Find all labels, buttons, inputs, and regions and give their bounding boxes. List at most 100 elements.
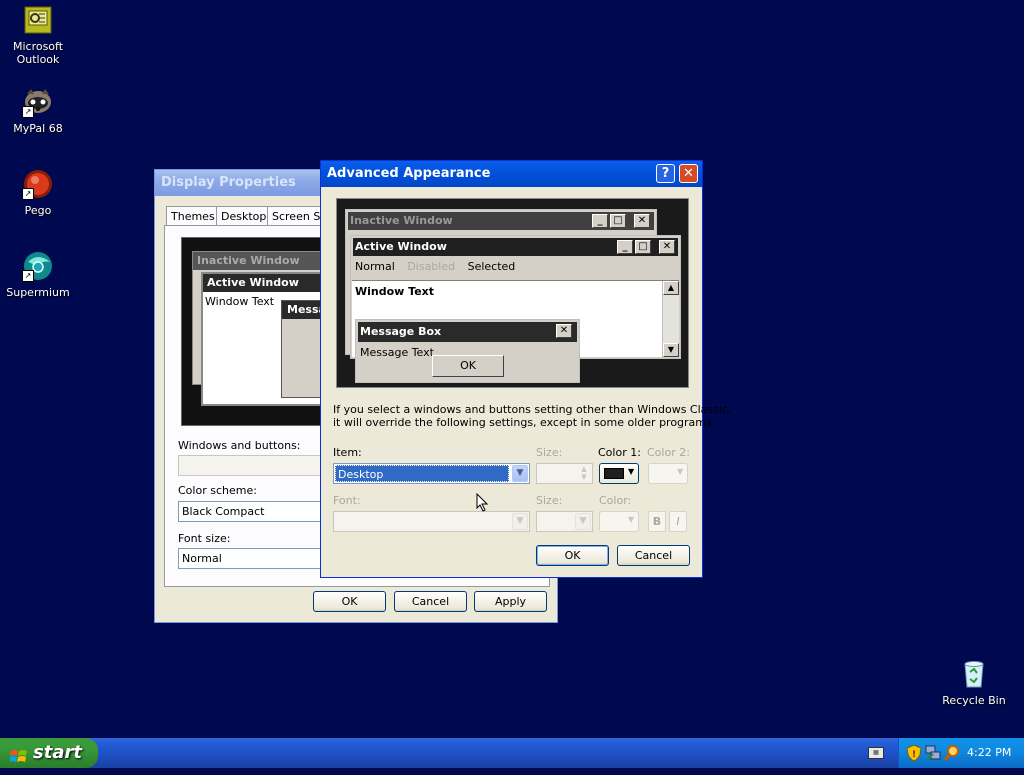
close-icon: ✕ [634, 214, 650, 228]
color1-swatch [604, 468, 624, 479]
preview-menu-disabled: Disabled [407, 260, 456, 273]
desktop-icon-label: Recycle Bin [942, 694, 1006, 707]
minimize-icon: _ [592, 214, 608, 228]
ok-button[interactable]: OK [313, 591, 386, 612]
preview-message-title: Messa [282, 301, 324, 319]
item-select[interactable]: Desktop [333, 463, 530, 484]
network-icon[interactable] [925, 744, 941, 762]
item-selected-value: Desktop [335, 465, 509, 482]
ok-button[interactable]: OK [536, 545, 609, 566]
security-shield-icon[interactable]: ! [906, 744, 922, 762]
taskbar: start ▦ ! 4:22 PM [0, 738, 1024, 768]
scroll-up-icon: ▲ [663, 281, 679, 295]
spinner-arrows-icon: ▲ ▼ [581, 465, 587, 481]
preview-ok-button: OK [432, 355, 504, 377]
desktop-icon-recycle-bin[interactable]: Recycle Bin [936, 658, 1012, 707]
maximize-icon: □ [610, 214, 626, 228]
supermium-icon: ↗ [22, 250, 54, 282]
bold-button[interactable]: B [648, 511, 666, 532]
font-size-select[interactable]: Normal [178, 548, 324, 569]
desktop-icon-pego[interactable]: ↗ Pego [0, 168, 76, 217]
shortcut-arrow-icon: ↗ [22, 106, 34, 118]
preview-message-box: Messa [281, 300, 325, 398]
desktop-icon-label: Supermium [6, 286, 70, 299]
font-color-label: Color: [599, 494, 632, 507]
windows-and-buttons-select[interactable] [178, 455, 324, 476]
color-scheme-select[interactable]: Black Compact [178, 501, 324, 522]
preview-message-box: Message Box ✕ Message Text OK [355, 319, 580, 383]
font-select[interactable] [333, 511, 530, 532]
desktop-icon-mypal[interactable]: ↗ MyPal 68 [0, 86, 76, 135]
start-button[interactable]: start [0, 738, 98, 768]
apply-button[interactable]: Apply [474, 591, 547, 612]
preview-menu-normal: Normal [355, 260, 395, 273]
font-label: Font: [333, 494, 361, 507]
size-label: Size: [536, 446, 563, 459]
chevron-down-icon: ▼ [575, 513, 591, 530]
search-icon[interactable] [943, 745, 960, 761]
window-title: Display Properties [161, 175, 296, 190]
chevron-down-icon: ▼ [628, 515, 635, 524]
color1-button[interactable]: ▼ [599, 463, 639, 484]
font-size-label: Font size: [178, 532, 231, 545]
item-label: Item: [333, 446, 362, 459]
keyboard-icon[interactable]: ▦ [868, 747, 884, 759]
svg-text:!: ! [912, 750, 916, 760]
preview-menu-bar: Normal Disabled Selected [355, 260, 515, 273]
raccoon-icon: ↗ [22, 86, 54, 118]
desktop-icon-label: Pego [24, 204, 52, 217]
preview-inactive-title: Inactive Window [193, 252, 333, 270]
close-button[interactable]: ✕ [679, 164, 698, 183]
start-label: start [33, 742, 82, 763]
preview-message-title: Message Box [358, 322, 577, 342]
tab-label: Screen Sa [272, 210, 321, 223]
window-title: Advanced Appearance [327, 166, 491, 181]
cancel-button[interactable]: Cancel [394, 591, 467, 612]
mouse-cursor-icon [476, 492, 489, 516]
desktop-icon-supermium[interactable]: ↗ Supermium [0, 250, 76, 299]
shortcut-arrow-icon: ↗ [22, 270, 34, 282]
color2-button[interactable]: ▼ [648, 463, 688, 484]
info-text-line2: it will override the following settings,… [333, 416, 716, 429]
preview-window-text: Window Text [355, 285, 435, 298]
italic-button[interactable]: I [669, 511, 687, 532]
shortcut-arrow-icon: ↗ [22, 188, 34, 200]
pego-icon: ↗ [22, 168, 54, 200]
color2-label: Color 2: [647, 446, 690, 459]
preview-active-title: Active Window [203, 274, 333, 292]
close-icon: ✕ [556, 324, 572, 338]
preview-scrollbar: ▲ ▼ [662, 281, 679, 357]
clock[interactable]: 4:22 PM [967, 738, 1011, 768]
chevron-down-icon[interactable]: ▼ [512, 465, 528, 482]
tab-screen-saver[interactable]: Screen Sa [267, 206, 321, 225]
windows-logo-icon [9, 745, 28, 762]
close-icon: ✕ [683, 166, 694, 181]
chevron-down-icon: ▼ [677, 467, 684, 476]
tab-desktop[interactable]: Desktop [216, 206, 272, 225]
desktop-icon-outlook[interactable]: Microsoft Outlook [0, 4, 76, 66]
minimize-icon: _ [617, 240, 633, 254]
tab-label: Themes [171, 210, 215, 223]
chevron-down-icon: ▼ [628, 467, 635, 476]
desktop-icon-label: MyPal 68 [13, 122, 63, 135]
preview-message-text: Message Text [360, 346, 434, 359]
desktop-icon-label: Microsoft [12, 40, 64, 53]
tab-label: Desktop [221, 210, 267, 223]
outlook-icon [22, 4, 54, 36]
windows-and-buttons-label: Windows and buttons: [178, 439, 301, 452]
system-tray: ! 4:22 PM [898, 738, 1024, 768]
font-color-button[interactable]: ▼ [599, 511, 639, 532]
color-scheme-label: Color scheme: [178, 484, 257, 497]
info-text-line1: If you select a windows and buttons sett… [333, 403, 732, 416]
cancel-button[interactable]: Cancel [617, 545, 690, 566]
tab-themes[interactable]: Themes [166, 206, 220, 225]
recycle-bin-icon [958, 658, 990, 690]
color1-label: Color 1: [598, 446, 641, 459]
preview-menu-selected: Selected [467, 260, 516, 273]
preview-inactive-title: Inactive Window [348, 212, 654, 230]
help-button[interactable]: ? [656, 164, 675, 183]
close-icon: ✕ [659, 240, 675, 254]
scroll-down-icon: ▼ [663, 343, 679, 357]
maximize-icon: □ [635, 240, 651, 254]
advanced-appearance-titlebar[interactable]: Advanced Appearance ? ✕ [321, 161, 702, 187]
